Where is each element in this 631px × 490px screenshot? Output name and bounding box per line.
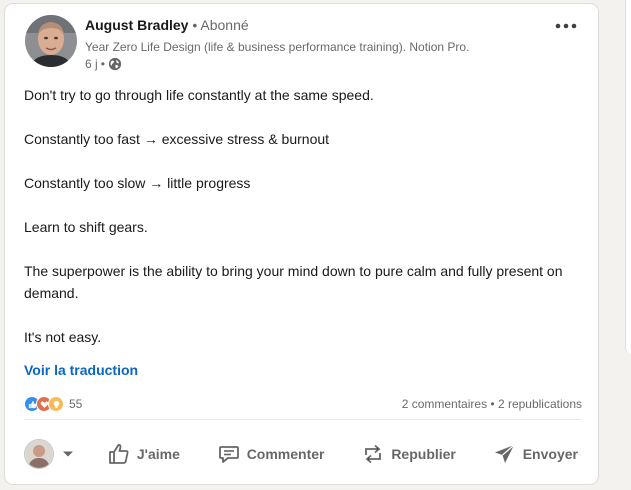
repost-icon (365, 444, 382, 464)
post-paragraph: Don't try to go through life constantly … (24, 87, 374, 103)
social-counts: 55 2 commentaires • 2 republications (24, 394, 582, 414)
send-icon (494, 444, 515, 463)
like-label: J'aime (136, 446, 180, 462)
post-paragraph: Constantly too slow → little progress (24, 175, 251, 191)
author-headline: Year Zero Life Design (life & business p… (85, 40, 470, 54)
actions-divider (24, 419, 582, 420)
adjacent-panel-edge (625, 0, 631, 354)
ellipsis-icon (555, 23, 577, 29)
post-paragraph: Constantly too fast → excessive stress &… (24, 131, 330, 147)
comment-icon (218, 446, 239, 463)
more-options-button[interactable] (552, 16, 580, 36)
repost-label: Republier (391, 446, 456, 462)
see-translation-link[interactable]: Voir la traduction (24, 362, 138, 378)
follow-status: Abonné (200, 17, 249, 33)
like-button[interactable]: J'aime (103, 436, 184, 472)
globe-icon (108, 57, 122, 71)
post-actions-bar: J'aime Commenter Republier Envoyer (24, 432, 582, 476)
reaction-count: 55 (69, 397, 83, 411)
insightful-icon (48, 396, 64, 412)
post-paragraph: It's not easy. (24, 329, 102, 345)
post-meta: 6 j • (85, 57, 122, 71)
post-time: 6 j (85, 57, 98, 71)
reaction-icons (24, 396, 64, 412)
repost-button[interactable]: Republier (357, 436, 460, 472)
name-separator: • (192, 17, 198, 33)
current-user-avatar (24, 439, 54, 469)
thumbs-up-icon (108, 444, 129, 464)
comments-reposts-count[interactable]: 2 commentaires • 2 republications (402, 397, 582, 411)
send-label: Envoyer (522, 446, 578, 462)
meta-separator: • (100, 57, 105, 71)
author-name-line: August Bradley • Abonné (85, 17, 249, 33)
send-button[interactable]: Envoyer (489, 436, 582, 472)
comment-label: Commenter (246, 446, 325, 462)
reactions-summary[interactable]: 55 (24, 396, 82, 412)
chevron-down-icon (63, 451, 73, 457)
feed-post-card: August Bradley • Abonné Year Zero Life D… (5, 4, 598, 484)
author-name[interactable]: August Bradley (85, 17, 188, 33)
post-text: Don't try to go through life constantly … (24, 84, 574, 370)
post-paragraph: Learn to shift gears. (24, 219, 148, 235)
comment-button[interactable]: Commenter (213, 436, 329, 472)
author-avatar[interactable] (25, 15, 77, 67)
actor-switch-button[interactable] (24, 439, 74, 469)
post-paragraph: The superpower is the ability to bring y… (24, 263, 563, 301)
